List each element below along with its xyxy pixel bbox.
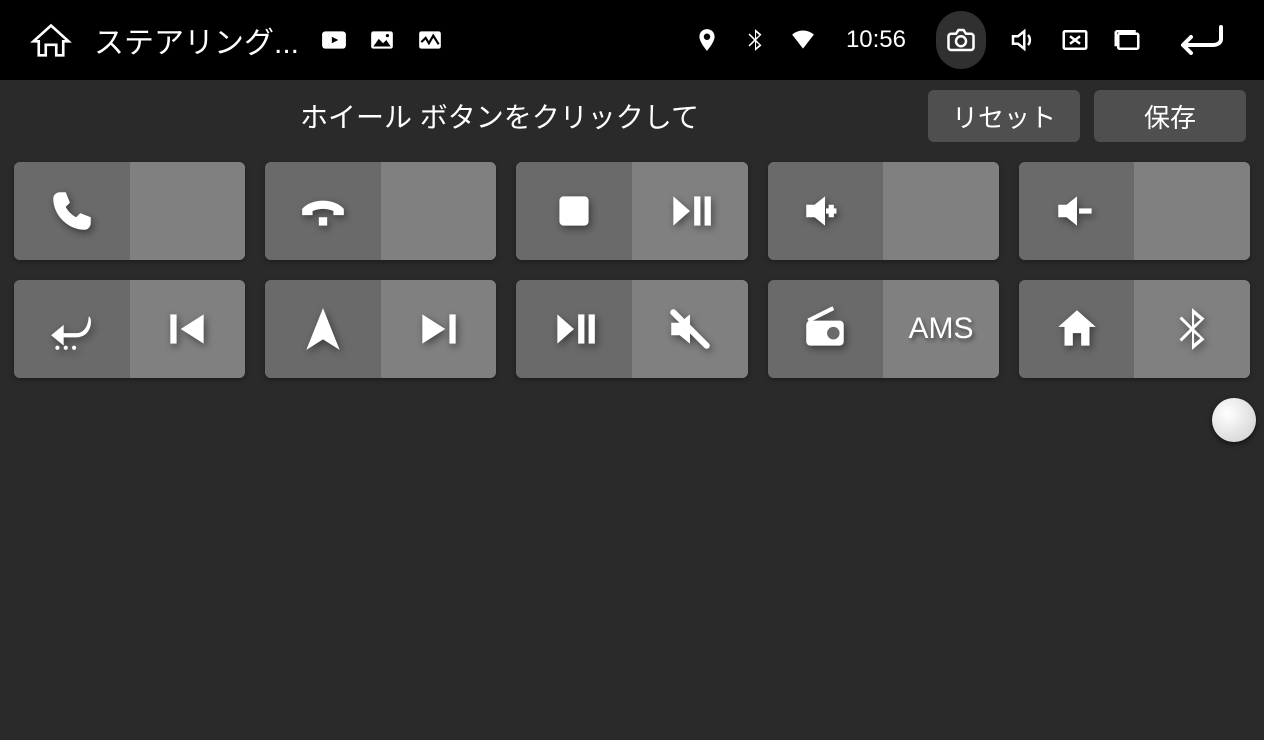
play-pause-icon (549, 304, 599, 354)
save-button[interactable]: 保存 (1094, 90, 1246, 142)
radio-icon (800, 304, 850, 354)
close-screen-icon[interactable] (1060, 25, 1090, 55)
clock: 10:56 (846, 26, 906, 54)
cell-phone-end[interactable] (265, 162, 496, 260)
cell-stop-playpause[interactable] (516, 162, 747, 260)
activity-icon[interactable] (417, 27, 443, 53)
bluetooth-icon (1167, 304, 1217, 354)
page-title: ホイール ボタンをクリックして (300, 96, 699, 136)
stop-icon (549, 186, 599, 236)
next-track-icon (414, 304, 464, 354)
function-grid: AMS (14, 162, 1250, 378)
navigate-icon (298, 304, 348, 354)
vol-down-icon (1052, 186, 1102, 236)
location-icon[interactable] (694, 27, 720, 53)
prev-track-icon (162, 304, 212, 354)
back-icon[interactable] (1164, 25, 1234, 55)
sub-header: ホイール ボタンをクリックして リセット 保存 (0, 80, 1264, 152)
app-title: ステアリング... (94, 18, 299, 62)
cell-vol-up[interactable] (768, 162, 999, 260)
mute-icon (665, 304, 715, 354)
ams-label: AMS (908, 312, 973, 346)
cell-home-bt[interactable] (1019, 280, 1250, 378)
youtube-icon[interactable] (321, 27, 347, 53)
cell-playpause-mute[interactable] (516, 280, 747, 378)
back-curve-icon (47, 304, 97, 354)
volume-icon[interactable] (1008, 25, 1038, 55)
cell-nav-next[interactable] (265, 280, 496, 378)
screenshot-icon[interactable] (936, 11, 986, 69)
cell-phone[interactable] (14, 162, 245, 260)
picture-icon[interactable] (369, 27, 395, 53)
cell-back-prev[interactable] (14, 280, 245, 378)
status-bar: ステアリング... 10:56 (0, 0, 1264, 80)
cell-vol-down[interactable] (1019, 162, 1250, 260)
recent-apps-icon[interactable] (1112, 25, 1142, 55)
home-fill-icon (1052, 304, 1102, 354)
floating-assistive-button[interactable] (1212, 398, 1256, 442)
home-icon[interactable] (30, 22, 72, 58)
wifi-icon[interactable] (790, 27, 816, 53)
function-grid-area: AMS (0, 152, 1264, 388)
reset-button[interactable]: リセット (928, 90, 1080, 142)
phone-end-icon (298, 186, 348, 236)
phone-icon (47, 186, 97, 236)
play-pause-icon (665, 186, 715, 236)
vol-up-icon (800, 186, 850, 236)
bluetooth-status-icon[interactable] (742, 27, 768, 53)
cell-radio-ams[interactable]: AMS (768, 280, 999, 378)
